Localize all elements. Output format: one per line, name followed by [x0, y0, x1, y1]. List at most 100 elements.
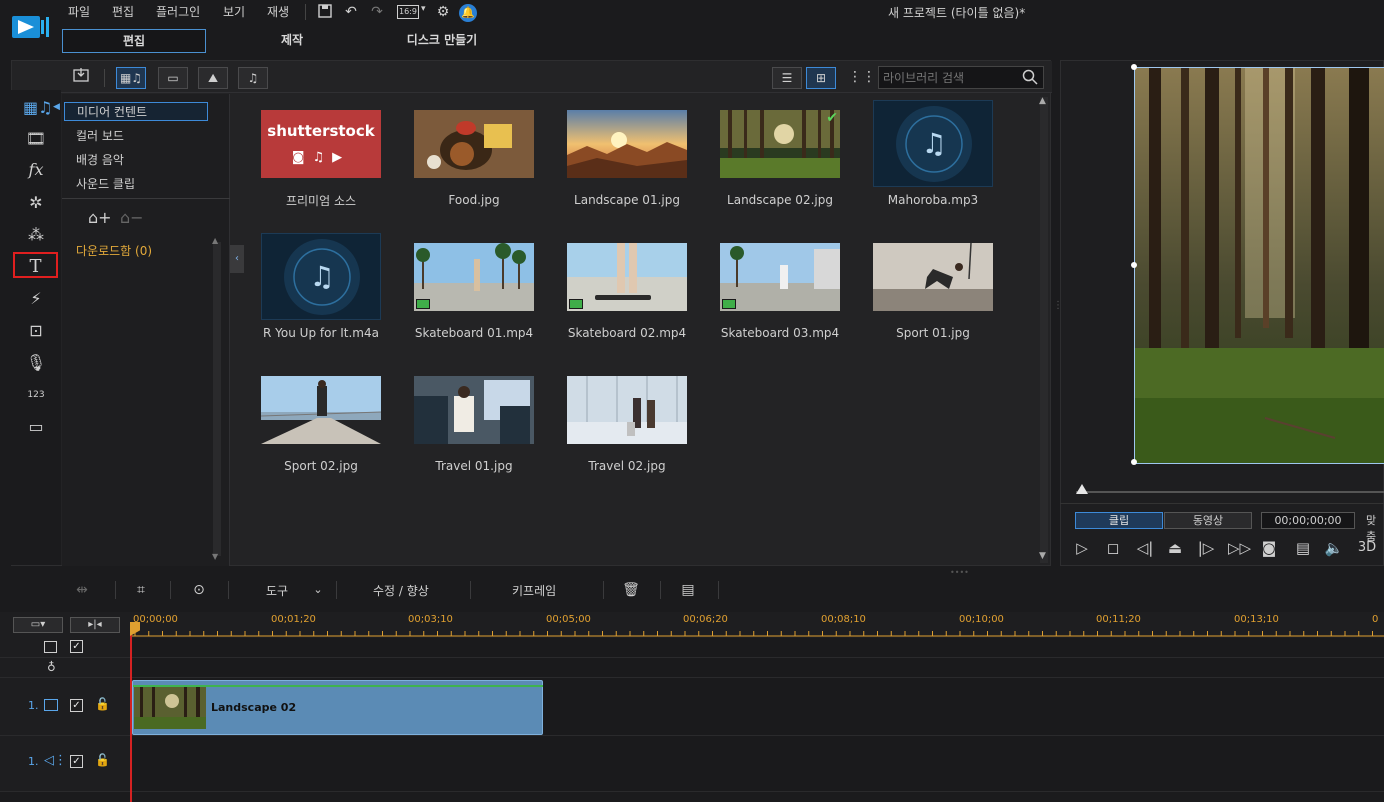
crop-icon[interactable]: ⌗ [131, 580, 151, 600]
transition-icon[interactable]: ⚡ [23, 286, 49, 312]
track-body[interactable] [131, 736, 1384, 791]
media-room-icon[interactable]: ▦♫ [23, 95, 52, 121]
timecode-display[interactable]: 00;00;00;00 [1261, 512, 1355, 529]
trash-icon[interactable]: 🗑 [621, 580, 641, 600]
3d-toggle[interactable]: 3D [1354, 539, 1380, 557]
pip-icon[interactable]: ⊡ [23, 318, 49, 344]
aspect-ratio-icon[interactable]: 16:9 [397, 5, 419, 19]
track-body[interactable] [131, 658, 1384, 677]
resize-handle[interactable] [1131, 459, 1137, 465]
tab-movie-mode[interactable]: 동영상 [1164, 512, 1252, 529]
menu-play[interactable]: 재생 [267, 3, 289, 20]
media-thumb[interactable]: ✔ [720, 110, 840, 178]
fit-timeline-button[interactable]: ▸|◂ [70, 617, 120, 633]
previous-frame-icon[interactable]: ◁| [1135, 539, 1155, 557]
settings-icon[interactable]: ⚙ [434, 3, 452, 21]
media-scrollbar[interactable] [1040, 97, 1048, 563]
downloads-tag[interactable]: 다운로드함 (0) [76, 242, 152, 259]
tab-edit[interactable]: 편집 [62, 29, 206, 53]
filter-audio-button[interactable]: ♫ [238, 67, 268, 89]
scrub-handle[interactable] [1076, 484, 1088, 494]
scroll-down-icon[interactable]: ▼ [212, 552, 218, 561]
redo-icon[interactable]: ↷ [368, 3, 386, 21]
import-media-button[interactable] [67, 67, 97, 89]
volume-icon[interactable]: 🔈 [1324, 539, 1344, 557]
save-icon[interactable] [316, 3, 334, 21]
category-scrollbar[interactable] [213, 242, 221, 556]
subtitle-preview-icon[interactable]: ▤ [1293, 539, 1313, 557]
timeline-ruler[interactable] [131, 612, 1384, 638]
undo-icon[interactable]: ↶ [342, 3, 360, 21]
track-body[interactable] [131, 638, 1384, 657]
fix-enhance-button[interactable]: 수정 / 향상 [373, 582, 429, 599]
timeline-clip[interactable]: Landscape 02 [132, 680, 543, 735]
filter-all-media-button[interactable]: ▦♫ [116, 67, 146, 89]
more-options-icon[interactable]: ▤ [678, 580, 698, 600]
remove-tag-icon[interactable]: ⌂− [120, 208, 144, 227]
track-manager-button[interactable]: ▭▾ [13, 617, 63, 633]
play-icon[interactable]: ▷ [1072, 539, 1092, 557]
scroll-down-icon[interactable]: ▼ [1039, 551, 1046, 561]
track-enable-checkbox[interactable]: ✓ [70, 699, 83, 712]
snapshot-icon[interactable]: ◙ [1259, 539, 1279, 557]
resize-handle[interactable] [1131, 64, 1137, 70]
menu-plugin[interactable]: 플러그인 [156, 3, 200, 20]
category-media-content[interactable]: 미디어 컨텐트 [64, 102, 208, 121]
preview-viewer[interactable] [1134, 67, 1384, 464]
category-color-board[interactable]: 컬러 보드 [76, 127, 124, 144]
microphone-icon[interactable]: 🎙 [23, 350, 49, 376]
tools-menu[interactable]: 도구 [266, 582, 288, 599]
fire-icon[interactable]: ⁂ [23, 222, 49, 248]
search-icon[interactable] [1022, 69, 1038, 85]
menu-file[interactable]: 파일 [68, 3, 90, 20]
fast-forward-icon[interactable]: ▷▷ [1228, 539, 1251, 557]
menu-view[interactable]: 보기 [223, 3, 245, 20]
title-icon[interactable]: T [13, 252, 58, 278]
menu-edit[interactable]: 편집 [112, 3, 134, 20]
filter-image-button[interactable]: ⛰ [198, 67, 228, 89]
media-thumb[interactable] [720, 243, 840, 311]
scroll-up-icon[interactable]: ▲ [1039, 96, 1046, 106]
media-thumb[interactable] [567, 376, 687, 444]
media-thumb[interactable] [414, 243, 534, 311]
library-search-input[interactable] [878, 66, 1044, 89]
next-frame-icon[interactable]: |▷ [1196, 539, 1216, 557]
media-thumb[interactable]: ♫ [873, 100, 993, 187]
media-thumb[interactable] [567, 110, 687, 178]
sort-icon[interactable]: ⋮⋮ [848, 69, 876, 85]
particle-icon[interactable]: ✲ [23, 190, 49, 216]
track-enable-checkbox[interactable]: ✓ [70, 755, 83, 768]
media-thumb[interactable] [261, 376, 381, 444]
expand-circle-icon[interactable]: ⊙ [189, 580, 209, 600]
splitter-handle[interactable]: ⋮ [1053, 300, 1063, 324]
media-thumb[interactable]: shutterstock ◙♫▶ [261, 110, 381, 178]
split-clip-icon[interactable]: ⇹ [72, 580, 92, 600]
add-tag-icon[interactable]: ⌂+ [88, 208, 112, 227]
tab-clip-mode[interactable]: 클립 [1075, 512, 1163, 529]
lock-icon[interactable]: 🔓 [95, 697, 110, 711]
media-thumb[interactable] [414, 110, 534, 178]
category-sound-clip[interactable]: 사운드 클립 [76, 175, 135, 192]
track-enable-checkbox[interactable]: ✓ [70, 640, 83, 653]
media-thumb[interactable] [414, 376, 534, 444]
tab-produce[interactable]: 제작 [220, 29, 364, 53]
preview-scrub-bar[interactable] [1076, 491, 1384, 493]
category-bg-music[interactable]: 배경 음악 [76, 151, 124, 168]
chapter-icon[interactable]: 123 [23, 382, 49, 408]
video-room-icon[interactable]: 🎞 [23, 126, 49, 152]
keyframe-button[interactable]: 키프레임 [512, 582, 556, 599]
grid-view-button[interactable]: ⊞ [806, 67, 836, 89]
media-thumb[interactable] [567, 243, 687, 311]
chevron-down-icon[interactable]: ▾ [421, 4, 426, 14]
list-view-button[interactable]: ☰ [772, 67, 802, 89]
split-icon[interactable]: ⏏ [1165, 539, 1185, 557]
lock-icon[interactable]: 🔓 [95, 753, 110, 767]
media-thumb[interactable] [873, 243, 993, 311]
stop-icon[interactable]: ◻ [1103, 539, 1123, 557]
scroll-up-icon[interactable]: ▲ [212, 236, 218, 245]
media-thumb[interactable]: ♫ [261, 233, 381, 320]
collapse-panel-button[interactable]: ‹ [230, 245, 244, 273]
playhead[interactable] [130, 624, 132, 802]
notification-icon[interactable]: 🔔 [459, 4, 477, 22]
chevron-down-icon[interactable]: ⌄ [308, 580, 328, 600]
